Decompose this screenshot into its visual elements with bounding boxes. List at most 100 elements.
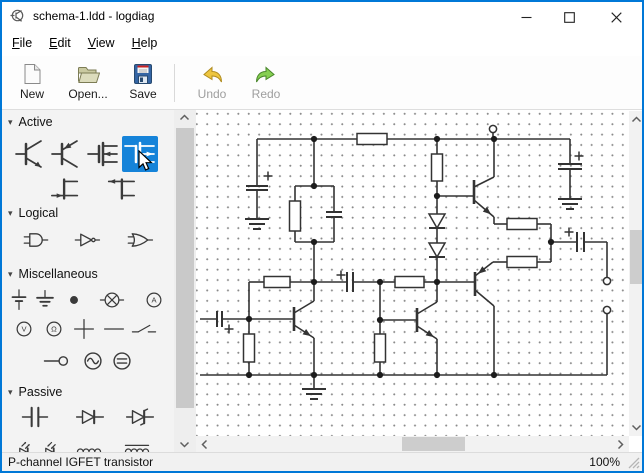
crossing-icon: [69, 316, 99, 342]
palette-scrollbar[interactable]: [174, 110, 196, 452]
p-channel-jfet-transistor-icon: [102, 172, 138, 206]
open-button[interactable]: Open...: [60, 60, 116, 107]
new-button[interactable]: New: [10, 60, 54, 107]
inductor-with-core-icon: [119, 436, 155, 452]
and-gate-icon: [18, 226, 54, 254]
palette-item-inductor-with-core[interactable]: [112, 436, 162, 452]
led-icon: [14, 436, 40, 452]
menubar: FileEditViewHelp: [2, 30, 642, 56]
minimize-icon: [521, 12, 532, 23]
palette-scrollbar-thumb[interactable]: [176, 128, 194, 408]
menu-item-edit[interactable]: Edit: [41, 33, 79, 53]
canvas-scroll-left-button[interactable]: [200, 438, 209, 451]
menu-item-help[interactable]: Help: [124, 33, 166, 53]
open-folder-icon: [76, 62, 100, 86]
palette-item-not-gate[interactable]: [64, 226, 110, 254]
expander-icon: ▾: [8, 270, 13, 279]
palette-item-and-gate[interactable]: [10, 226, 62, 254]
palette-item-junction[interactable]: [58, 287, 90, 313]
palette-category-passive[interactable]: ▾Passive: [8, 384, 62, 400]
maximize-button[interactable]: [558, 10, 580, 25]
resize-grip[interactable]: [626, 455, 640, 469]
palette-item-ammeter[interactable]: A: [136, 287, 172, 313]
palette-item-npn-transistor[interactable]: [14, 136, 50, 172]
undo-button[interactable]: Undo: [186, 60, 238, 107]
palette-item-ground[interactable]: [32, 287, 58, 313]
palette-category-logical[interactable]: ▾ Logical: [8, 205, 58, 221]
palette-item-zener-diode[interactable]: [117, 402, 163, 432]
titlebar[interactable]: schema-1.ldd - logdiag: [2, 2, 642, 30]
schematic-polarity-plus-signs: [225, 152, 584, 334]
palette-item-terminal[interactable]: [42, 346, 72, 376]
palette-item-led[interactable]: [14, 436, 40, 452]
chevron-down-icon: [178, 440, 191, 449]
open-button-label: Open...: [68, 87, 107, 101]
palette-item-switch[interactable]: [129, 316, 159, 342]
palette-item-voltmeter[interactable]: V: [9, 316, 39, 342]
schematic-wires: [200, 133, 607, 389]
pnp-transistor-icon: [50, 136, 86, 172]
schematic-canvas[interactable]: [196, 111, 629, 436]
canvas-scroll-up-button[interactable]: [630, 115, 643, 124]
menu-item-view[interactable]: View: [80, 33, 123, 53]
schematic-emitter-arrows: [303, 207, 491, 337]
palette-category-miscellaneous[interactable]: ▾Miscellaneous: [8, 266, 98, 282]
toolbar: New Open... Save UndoRedo: [2, 56, 642, 110]
palette-item-battery-cell[interactable]: [6, 287, 32, 313]
chevron-left-icon: [200, 438, 209, 451]
canvas-horizontal-scrollbar[interactable]: [196, 436, 629, 452]
palette-item-diode[interactable]: [67, 402, 113, 432]
palette-item-p-channel-jfet-transistor[interactable]: [102, 172, 138, 206]
palette-category-label: Passive: [19, 385, 63, 399]
undo-arrow-icon: [200, 62, 224, 86]
n-channel-jfet-transistor-icon: [48, 172, 84, 206]
toolbar-separator: [174, 64, 175, 102]
palette-item-ohmmeter[interactable]: Ω: [39, 316, 69, 342]
palette-item-n-channel-jfet-transistor[interactable]: [48, 172, 84, 206]
palette-item-wire[interactable]: [99, 316, 129, 342]
palette-item-or-gate[interactable]: [114, 226, 166, 254]
new-document-icon: [20, 62, 44, 86]
ground-icon: [32, 287, 58, 313]
palette-item-photodiode[interactable]: [40, 436, 66, 452]
close-button[interactable]: [605, 10, 627, 25]
new-button-label: New: [20, 87, 44, 101]
zener-diode-icon: [122, 402, 158, 432]
terminal-icon: [42, 346, 72, 376]
palette-item-crossing[interactable]: [69, 316, 99, 342]
palette-scroll-down-button[interactable]: [178, 440, 191, 449]
status-hint: P-channel IGFET transistor: [8, 455, 153, 469]
palette-scroll-up-button[interactable]: [178, 113, 191, 122]
canvas-vscrollbar-thumb[interactable]: [630, 230, 643, 284]
menu-item-file[interactable]: File: [4, 33, 40, 53]
svg-text:V: V: [21, 325, 27, 334]
expander-icon: ▾: [8, 118, 13, 127]
zoom-level: 100%: [589, 455, 620, 469]
save-floppy-icon: [131, 62, 155, 86]
palette-category-active[interactable]: ▾Active: [8, 114, 53, 130]
palette-item-lamp[interactable]: [90, 287, 134, 313]
photodiode-icon: [40, 436, 66, 452]
palette-item-ac-source[interactable]: [78, 346, 108, 376]
minimize-button[interactable]: [515, 10, 537, 25]
save-button[interactable]: Save: [118, 60, 168, 107]
redo-arrow-icon: [254, 62, 278, 86]
palette-category-label: Logical: [19, 206, 59, 220]
palette-item-inductor[interactable]: [66, 436, 112, 452]
palette-item-pnp-transistor[interactable]: [50, 136, 86, 172]
canvas-vertical-scrollbar[interactable]: [629, 111, 644, 436]
palette-item-capacitor[interactable]: [12, 402, 58, 432]
ammeter-icon: A: [136, 287, 172, 313]
canvas-scroll-down-button[interactable]: [630, 423, 643, 432]
battery-cell-icon: [6, 287, 32, 313]
n-channel-igfet-transistor-icon: [86, 136, 122, 172]
redo-button[interactable]: Redo: [242, 60, 290, 107]
capacitor-icon: [17, 402, 53, 432]
expander-icon: ▾: [8, 209, 13, 218]
palette-item-dc-source[interactable]: [107, 346, 137, 376]
canvas-scroll-right-button[interactable]: [616, 438, 625, 451]
switch-icon: [129, 316, 159, 342]
palette-item-n-channel-igfet-transistor[interactable]: [86, 136, 122, 172]
chevron-up-icon: [178, 113, 191, 122]
canvas-hscrollbar-thumb[interactable]: [402, 437, 465, 451]
